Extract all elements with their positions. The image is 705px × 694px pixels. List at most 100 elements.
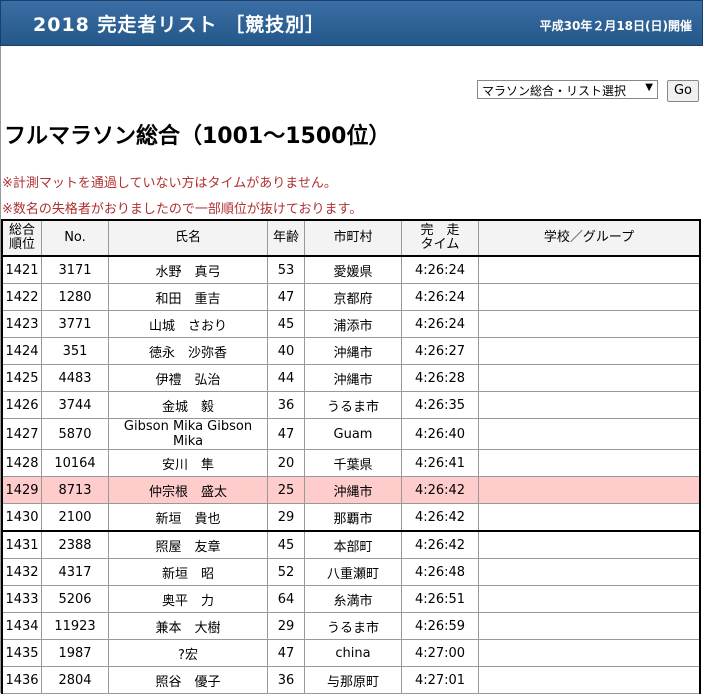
- cell-no: 3744: [41, 391, 109, 419]
- cell-age: 29: [267, 503, 305, 532]
- cell-no: 1280: [41, 283, 109, 311]
- cell-time: 4:26:28: [401, 364, 479, 392]
- cell-no: 3171: [41, 255, 109, 284]
- table-row: 1432 4317 新垣 昭 52 八重瀬町 4:26:48: [1, 558, 701, 586]
- table-row: 1424 351 徳永 沙弥香 40 沖縄市 4:26:27: [1, 337, 701, 365]
- cell-city: 那覇市: [304, 503, 402, 532]
- cell-group: [478, 449, 701, 477]
- cell-name: 照屋 友章: [108, 530, 268, 559]
- cell-time: 4:26:42: [401, 476, 479, 504]
- cell-rank: 1423: [1, 310, 42, 338]
- cell-no: 10164: [41, 449, 109, 477]
- table-row: 1429 8713 仲宗根 盛太 25 沖縄市 4:26:42: [1, 476, 701, 504]
- event-date: 平成30年２月18日(日)開催: [539, 19, 692, 33]
- cell-group: [478, 255, 701, 284]
- cell-no: 8713: [41, 476, 109, 504]
- table-row: 1431 2388 照屋 友章 45 本部町 4:26:42: [1, 530, 701, 559]
- cell-city: Guam: [304, 418, 402, 450]
- cell-age: 64: [267, 585, 305, 613]
- table-row: 1425 4483 伊禮 弘治 44 沖縄市 4:26:28: [1, 364, 701, 392]
- cell-group: [478, 503, 701, 532]
- cell-time: 4:26:42: [401, 503, 479, 532]
- cell-city: 京都府: [304, 283, 402, 311]
- cell-name: 新垣 貴也: [108, 503, 268, 532]
- cell-rank: 1424: [1, 337, 42, 365]
- cell-rank: 1434: [1, 612, 42, 640]
- cell-no: 3771: [41, 310, 109, 338]
- cell-group: [478, 391, 701, 419]
- cell-city: 沖縄市: [304, 364, 402, 392]
- cell-city: 八重瀬町: [304, 558, 402, 586]
- cell-age: 47: [267, 639, 305, 667]
- header-group: 学校／グループ: [478, 219, 701, 257]
- cell-age: 29: [267, 612, 305, 640]
- cell-group: [478, 666, 701, 694]
- cell-name: 和田 重吉: [108, 283, 268, 311]
- cell-no: 5870: [41, 418, 109, 450]
- cell-age: 20: [267, 449, 305, 477]
- cell-no: 2388: [41, 530, 109, 559]
- cell-name: 照谷 優子: [108, 666, 268, 694]
- table-row: 1427 5870 Gibson Mika Gibson Mika 47 Guam 4:2…: [1, 418, 701, 450]
- cell-no: 11923: [41, 612, 109, 640]
- cell-age: 36: [267, 666, 305, 694]
- cell-rank: 1422: [1, 283, 42, 311]
- cell-time: 4:26:41: [401, 449, 479, 477]
- cell-group: [478, 639, 701, 667]
- cell-time: 4:26:48: [401, 558, 479, 586]
- header-name: 氏名: [108, 219, 268, 257]
- cell-name: 徳永 沙弥香: [108, 337, 268, 365]
- cell-rank: 1429: [1, 476, 42, 504]
- cell-name: 金城 毅: [108, 391, 268, 419]
- cell-city: 糸満市: [304, 585, 402, 613]
- header-no: No.: [41, 219, 109, 257]
- cell-group: [478, 418, 701, 450]
- cell-group: [478, 612, 701, 640]
- cell-rank: 1425: [1, 364, 42, 392]
- table-row: 1433 5206 奥平 力 64 糸満市 4:26:51: [1, 585, 701, 613]
- cell-no: 2804: [41, 666, 109, 694]
- cell-city: うるま市: [304, 391, 402, 419]
- cell-city: うるま市: [304, 612, 402, 640]
- table-row: 1430 2100 新垣 貴也 29 那覇市 4:26:42: [1, 503, 701, 532]
- notice-timing: ※計測マットを通過していない方はタイムがありません。: [2, 176, 337, 191]
- cell-group: [478, 476, 701, 504]
- table-row: 1436 2804 照谷 優子 36 与那原町 4:27:01: [1, 666, 701, 694]
- header-title: 2018 完走者リスト ［競技別］: [33, 14, 326, 36]
- cell-no: 1987: [41, 639, 109, 667]
- table-header-row: 総合 順位 No. 氏名 年齢 市町村 完 走タイム 学校／グループ: [1, 219, 701, 257]
- cell-name: 奥平 力: [108, 585, 268, 613]
- cell-rank: 1435: [1, 639, 42, 667]
- cell-city: 沖縄市: [304, 337, 402, 365]
- cell-group: [478, 558, 701, 586]
- cell-no: 5206: [41, 585, 109, 613]
- cell-name: 新垣 昭: [108, 558, 268, 586]
- cell-name: 伊禮 弘治: [108, 364, 268, 392]
- cell-age: 40: [267, 337, 305, 365]
- cell-time: 4:26:59: [401, 612, 479, 640]
- cell-name: 仲宗根 盛太: [108, 476, 268, 504]
- cell-age: 36: [267, 391, 305, 419]
- cell-time: 4:26:24: [401, 310, 479, 338]
- header-rank: 総合 順位: [1, 219, 42, 257]
- list-select-dropdown[interactable]: マラソン総合・リスト選択 ▼: [477, 80, 658, 99]
- cell-rank: 1426: [1, 391, 42, 419]
- table-row: 1426 3744 金城 毅 36 うるま市 4:26:35: [1, 391, 701, 419]
- cell-age: 47: [267, 283, 305, 311]
- cell-name: 安川 隼: [108, 449, 268, 477]
- cell-rank: 1436: [1, 666, 42, 694]
- cell-name: ?宏: [108, 639, 268, 667]
- go-button[interactable]: Go: [667, 80, 699, 102]
- header-time: 完 走タイム: [401, 219, 479, 257]
- cell-rank: 1433: [1, 585, 42, 613]
- cell-city: 本部町: [304, 530, 402, 559]
- cell-city: 愛媛県: [304, 255, 402, 284]
- cell-rank: 1430: [1, 503, 42, 532]
- cell-no: 2100: [41, 503, 109, 532]
- cell-time: 4:26:40: [401, 418, 479, 450]
- table-row: 1434 11923 兼本 大樹 29 うるま市 4:26:59: [1, 612, 701, 640]
- cell-name: Gibson Mika Gibson Mika: [108, 418, 268, 450]
- cell-name: 山城 さおり: [108, 310, 268, 338]
- table-row: 1421 3171 水野 真弓 53 愛媛県 4:26:24: [1, 255, 701, 284]
- cell-time: 4:26:51: [401, 585, 479, 613]
